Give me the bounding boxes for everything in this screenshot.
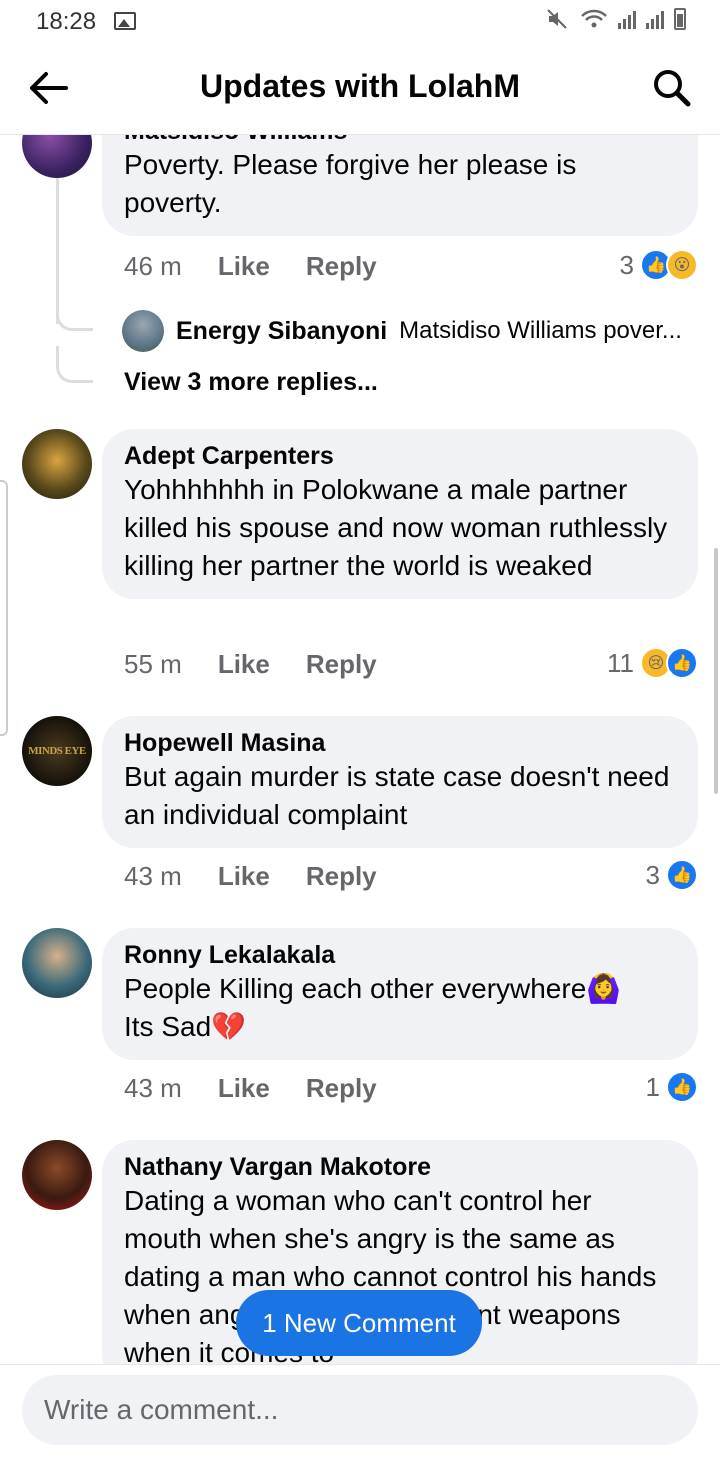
status-bar: 18:28 xyxy=(0,0,720,44)
comment-time[interactable]: 43 m xyxy=(124,1073,182,1104)
comment-actions: 43 m Like Reply xyxy=(124,861,377,892)
reaction-summary[interactable]: 3 👍 xyxy=(646,859,698,891)
comment-bubble[interactable]: Ronny Lekalakala People Killing each oth… xyxy=(102,928,698,1060)
reaction-summary[interactable]: 3 👍 😮 xyxy=(620,249,698,281)
avatar-logo-text: MINDS EYE xyxy=(28,745,86,757)
page-title: Updates with LolahM xyxy=(200,68,520,104)
avatar[interactable] xyxy=(22,134,92,178)
avatar[interactable]: MINDS EYE xyxy=(22,716,92,786)
comment-author[interactable]: Nathany Vargan Makotore xyxy=(124,1152,676,1182)
header: Updates with LolahM xyxy=(0,44,720,135)
signal-1-icon xyxy=(618,9,636,29)
reaction-count: 1 xyxy=(645,1071,660,1102)
new-comment-button[interactable]: 1 New Comment xyxy=(236,1290,482,1356)
comment-author[interactable]: Adept Carpenters xyxy=(124,441,676,471)
avatar[interactable] xyxy=(22,928,92,998)
reply-text: Matsidiso Williams pover... xyxy=(399,317,682,344)
reaction-count: 3 xyxy=(619,249,634,280)
reaction-count: 3 xyxy=(645,859,660,890)
status-time: 18:28 xyxy=(36,8,97,35)
comments-feed[interactable]: Matsidiso Williams Poverty. Please forgi… xyxy=(0,134,720,1364)
write-comment-input[interactable]: Write a comment... xyxy=(22,1375,698,1445)
comment-author[interactable]: Matsidiso Williams xyxy=(124,134,676,146)
like-button[interactable]: Like xyxy=(218,251,270,282)
thread-branch xyxy=(56,294,93,331)
reply-button[interactable]: Reply xyxy=(306,1073,377,1104)
thread-branch xyxy=(56,346,93,383)
comment-text-line2: Its Sad💔 xyxy=(124,1011,247,1042)
like-reaction-icon: 👍 xyxy=(666,647,698,679)
edge-panel-handle[interactable] xyxy=(0,480,8,736)
image-notification-icon xyxy=(114,12,136,30)
comment-bubble[interactable]: Adept Carpenters Yohhhhhhh in Polokwane … xyxy=(102,429,698,599)
wifi-icon xyxy=(581,9,607,28)
reply-author: Energy Sibanyoni xyxy=(176,316,388,345)
like-reaction-icon: 👍 xyxy=(666,1071,698,1103)
wow-reaction-icon: 😮 xyxy=(666,249,698,281)
view-more-replies-link[interactable]: View 3 more replies... xyxy=(124,368,378,397)
search-icon[interactable] xyxy=(652,68,692,108)
comment-bubble[interactable]: Hopewell Masina But again murder is stat… xyxy=(102,716,698,848)
comment-time[interactable]: 43 m xyxy=(124,861,182,892)
reply-button[interactable]: Reply xyxy=(306,861,377,892)
scrollbar[interactable] xyxy=(714,548,718,794)
comment-author[interactable]: Hopewell Masina xyxy=(124,728,676,758)
reaction-count: 11 xyxy=(607,647,634,678)
avatar xyxy=(122,310,164,352)
comment-text: Poverty. Please forgive her please is po… xyxy=(124,149,577,218)
comment-time[interactable]: 46 m xyxy=(124,251,182,282)
like-reaction-icon: 👍 xyxy=(666,859,698,891)
comment-text: People Killing each other everywhere🙆‍♀️ xyxy=(124,973,622,1004)
avatar[interactable] xyxy=(22,1140,92,1210)
mute-icon xyxy=(547,9,567,29)
status-icons xyxy=(546,8,686,30)
comment-composer: Write a comment... xyxy=(0,1364,720,1481)
reaction-summary[interactable]: 11 😢 👍 xyxy=(607,647,698,679)
comment-time[interactable]: 55 m xyxy=(124,649,182,680)
battery-icon xyxy=(674,8,686,30)
signal-2-icon xyxy=(646,9,664,29)
like-button[interactable]: Like xyxy=(218,861,270,892)
comment-text: Yohhhhhhh in Polokwane a male partner ki… xyxy=(124,474,668,581)
avatar[interactable] xyxy=(22,429,92,499)
reaction-summary[interactable]: 1 👍 xyxy=(646,1071,698,1103)
comment-text: But again murder is state case doesn't n… xyxy=(124,761,670,830)
like-button[interactable]: Like xyxy=(218,1073,270,1104)
reply-button[interactable]: Reply xyxy=(306,251,377,282)
reply-preview[interactable]: Energy Sibanyoni Matsidiso Williams pove… xyxy=(122,310,682,352)
reply-button[interactable]: Reply xyxy=(306,649,377,680)
comment-bubble[interactable]: Matsidiso Williams Poverty. Please forgi… xyxy=(102,134,698,236)
comment-actions: 55 m Like Reply xyxy=(124,649,377,680)
comment-author[interactable]: Ronny Lekalakala xyxy=(124,940,676,970)
comment-actions: 43 m Like Reply xyxy=(124,1073,377,1104)
comment-actions: 46 m Like Reply xyxy=(124,251,377,282)
like-button[interactable]: Like xyxy=(218,649,270,680)
